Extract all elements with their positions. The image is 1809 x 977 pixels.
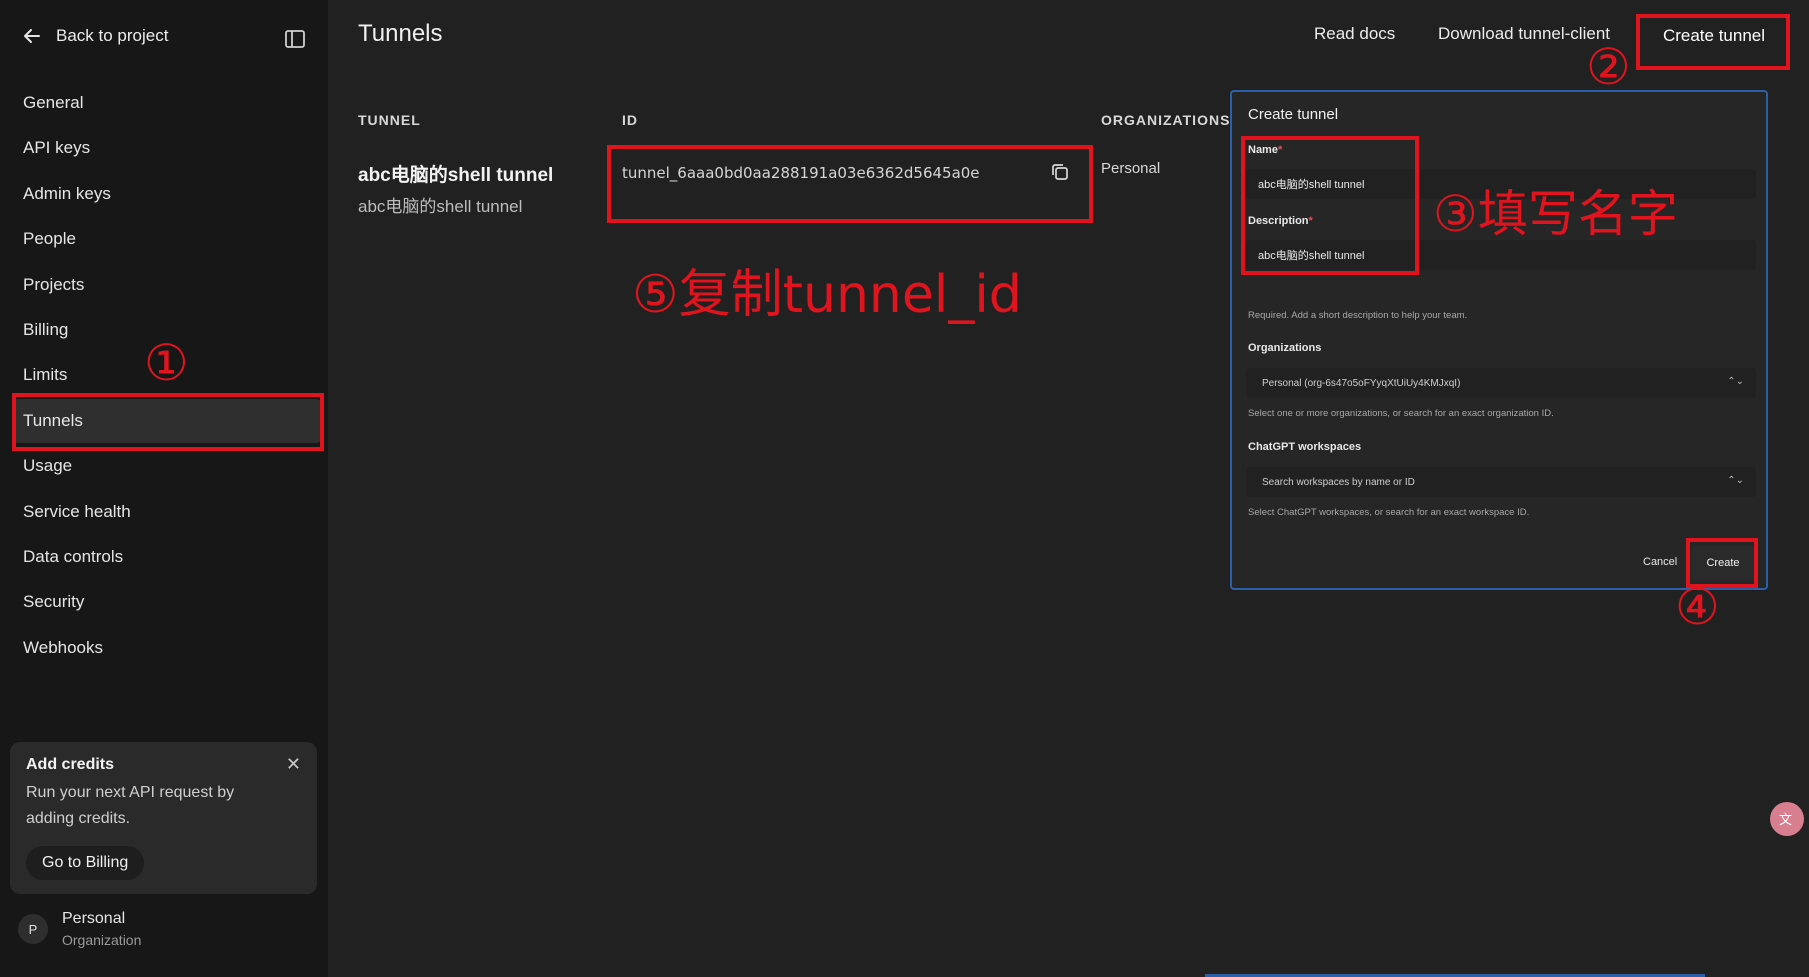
nav-label: Billing	[23, 319, 69, 339]
download-tunnel-client-button[interactable]: Download tunnel-client	[1438, 24, 1610, 44]
organizations-select[interactable]: Personal (org-6s47o5oFYyqXtUiUy4KMJxqI) …	[1246, 368, 1756, 398]
nav-label: Webhooks	[23, 637, 104, 657]
read-docs-button[interactable]: Read docs	[1314, 24, 1395, 44]
back-to-project-link[interactable]: Back to project	[22, 26, 168, 46]
nav-label: People	[23, 229, 76, 249]
column-header-organizations: ORGANIZATIONS	[1101, 112, 1231, 128]
column-header-tunnel: TUNNEL	[358, 112, 421, 128]
organizations-help: Select one or more organizations, or sea…	[1248, 408, 1554, 419]
workspaces-placeholder: Search workspaces by name or ID	[1262, 476, 1415, 488]
sidebar-item-general[interactable]: General	[12, 81, 322, 125]
annotation-step2: ②	[1586, 38, 1631, 96]
nav-label: General	[23, 93, 84, 112]
annotation-step5: ⑤复制tunnel_id	[632, 265, 1022, 325]
annotation-step1: ①	[144, 334, 189, 392]
sidebar: Back to project General API keys Admin k…	[0, 0, 328, 977]
sidebar-item-webhooks[interactable]: Webhooks	[12, 626, 322, 670]
sidebar-item-admin-keys[interactable]: Admin keys	[12, 172, 322, 216]
add-credits-card: Add credits ✕ Run your next API request …	[10, 742, 317, 894]
description-help: Required. Add a short description to hel…	[1248, 310, 1468, 321]
nav-label: Service health	[23, 501, 131, 521]
annotation-step3: ③填写名字	[1433, 185, 1678, 243]
annotation-box-tunnel-id	[607, 145, 1093, 223]
page-title: Tunnels	[358, 20, 443, 47]
sidebar-item-people[interactable]: People	[12, 217, 322, 261]
annotation-box-create-tunnel	[1636, 14, 1790, 70]
back-label: Back to project	[56, 26, 169, 45]
workspaces-select[interactable]: Search workspaces by name or ID ⌃⌄	[1246, 467, 1756, 497]
nav-label: Limits	[23, 365, 68, 385]
chevron-up-down-icon: ⌃⌄	[1727, 376, 1744, 387]
column-header-id: ID	[622, 112, 638, 128]
dialog-title: Create tunnel	[1248, 106, 1339, 123]
sidebar-item-api-keys[interactable]: API keys	[12, 126, 322, 170]
nav-label: Projects	[23, 274, 85, 294]
translate-icon[interactable]: 文	[1770, 802, 1804, 836]
nav-label: Data controls	[23, 546, 124, 566]
tunnel-organization: Personal	[1101, 160, 1161, 177]
svg-text:文: 文	[1779, 813, 1792, 828]
arrow-left-icon	[24, 29, 40, 43]
close-icon[interactable]: ✕	[286, 754, 301, 775]
org-subtitle: Organization	[62, 932, 142, 948]
annotation-step4: ④	[1675, 578, 1720, 636]
nav-label: Usage	[23, 456, 73, 476]
sidebar-item-projects[interactable]: Projects	[12, 263, 322, 307]
credits-title: Add credits	[26, 756, 115, 773]
avatar: P	[18, 914, 48, 944]
workspaces-help: Select ChatGPT workspaces, or search for…	[1248, 507, 1530, 518]
go-to-billing-button[interactable]: Go to Billing	[26, 846, 145, 880]
credits-text: Run your next API request by adding cred…	[26, 784, 235, 827]
sidebar-toggle-icon[interactable]	[284, 28, 306, 50]
nav-label: Admin keys	[23, 183, 111, 203]
org-switcher[interactable]: P Personal Organization	[18, 910, 141, 948]
chevron-up-down-icon: ⌃⌄	[1727, 475, 1744, 486]
nav-label: Security	[23, 592, 85, 612]
annotation-box-tunnels	[12, 393, 324, 451]
organizations-label: Organizations	[1248, 342, 1322, 354]
tunnel-description: abc电脑的shell tunnel	[358, 197, 523, 216]
sidebar-item-security[interactable]: Security	[12, 580, 322, 624]
sidebar-item-service-health[interactable]: Service health	[12, 490, 322, 534]
workspaces-label: ChatGPT workspaces	[1248, 441, 1362, 453]
annotation-box-name-description	[1241, 136, 1419, 275]
organizations-value: Personal (org-6s47o5oFYyqXtUiUy4KMJxqI)	[1262, 377, 1461, 389]
org-name: Personal	[62, 910, 126, 927]
nav-label: API keys	[23, 138, 91, 158]
cancel-button[interactable]: Cancel	[1643, 556, 1677, 568]
tunnel-name[interactable]: abc电脑的shell tunnel	[358, 160, 553, 187]
sidebar-item-data-controls[interactable]: Data controls	[12, 535, 322, 579]
